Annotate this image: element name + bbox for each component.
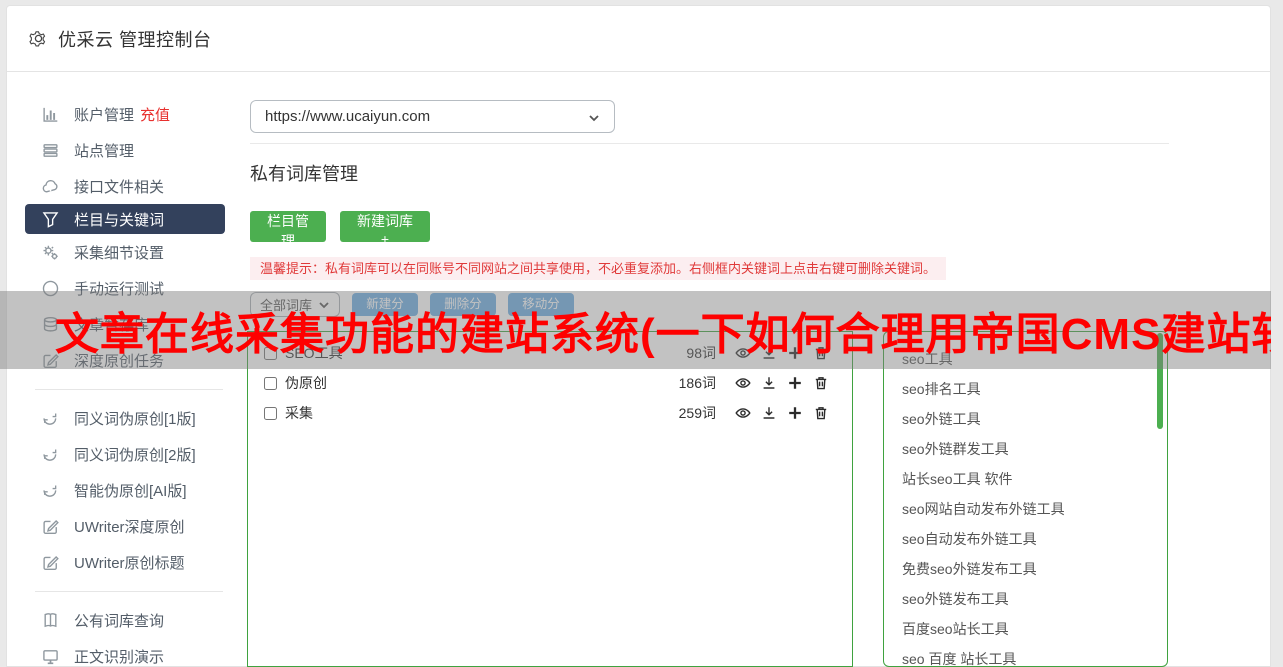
plus-icon[interactable] <box>786 374 804 392</box>
sidebar-item-label: 站点管理 <box>74 142 135 160</box>
app-title: 优采云 管理控制台 <box>58 29 212 50</box>
page-gutter <box>1271 0 1283 667</box>
keyword-item[interactable]: seo外链发布工具 <box>902 584 1167 614</box>
keyword-item[interactable]: 站长seo工具 软件 <box>902 464 1167 494</box>
word-count: 259词 <box>678 405 716 421</box>
plus-icon[interactable] <box>786 404 804 422</box>
keyword-item[interactable]: seo自动发布外链工具 <box>902 524 1167 554</box>
sidebar-item-public-thesaurus[interactable]: 公有词库查询 <box>7 602 245 638</box>
edit-icon <box>41 517 59 535</box>
keyword-list: seo工具 seo排名工具 seo外链工具 seo外链群发工具 站长seo工具 软件 se… <box>884 332 1167 666</box>
row-checkbox[interactable] <box>264 376 277 390</box>
sidebar-item-label: UWriter原创标题 <box>74 554 185 572</box>
sidebar-item-sites[interactable]: 站点管理 <box>7 132 245 168</box>
download-icon[interactable] <box>760 404 778 422</box>
bar-chart-icon <box>41 105 59 123</box>
row-checkbox[interactable] <box>264 406 277 420</box>
sidebar-item-label: 接口文件相关 <box>74 178 165 196</box>
keyword-item[interactable]: 百度seo站长工具 <box>902 614 1167 644</box>
new-thesaurus-button[interactable]: 新建词库 + <box>340 211 430 247</box>
sidebar-item-body-recognition[interactable]: 正文识别演示 <box>7 638 245 667</box>
thesaurus-list-panel: SEO工具 98词 伪原创 186词 采集 259词 <box>247 331 853 667</box>
watermark-text: 文章在线采集功能的建站系统(一下如何合理用帝国CMS建站软 <box>55 310 1271 359</box>
sidebar-item-synonym-v1[interactable]: 同义词伪原创[1版] <box>7 400 245 436</box>
book-icon <box>41 611 59 629</box>
edit-icon <box>41 553 59 571</box>
sidebar-item-synonym-v2[interactable]: 同义词伪原创[2版] <box>7 436 245 472</box>
chevron-down-icon <box>588 111 600 123</box>
sidebar-item-label: 栏目与关键词 <box>74 211 165 229</box>
keyword-item[interactable]: 免费seo外链发布工具 <box>902 554 1167 584</box>
monitor-icon <box>41 647 59 665</box>
trash-icon[interactable] <box>812 374 830 392</box>
gears-icon <box>41 243 59 261</box>
refresh-icon <box>41 481 59 499</box>
filter-icon <box>41 210 59 228</box>
cloud-upload-icon <box>41 177 59 195</box>
recharge-badge[interactable]: 充值 <box>140 104 170 125</box>
page-title: 私有词库管理 <box>250 164 358 184</box>
site-select[interactable]: https://www.ucaiyun.com <box>250 100 615 133</box>
download-icon[interactable] <box>760 374 778 392</box>
sidebar-item-ai-pseudo[interactable]: 智能伪原创[AI版] <box>7 472 245 508</box>
keyword-item[interactable]: seo外链工具 <box>902 404 1167 434</box>
thesaurus-name: 采集 <box>285 405 313 421</box>
page: 优采云 管理控制台 账户管理 充值 站点管理 接口文件相关 栏目与关键词 采集细… <box>0 0 1283 667</box>
trash-icon[interactable] <box>812 404 830 422</box>
keyword-item[interactable]: seo外链群发工具 <box>902 434 1167 464</box>
sidebar-divider <box>35 591 223 592</box>
column-manage-button[interactable]: 栏目管理 <box>250 211 326 249</box>
eye-icon[interactable] <box>734 374 752 392</box>
sidebar-item-collect-settings[interactable]: 采集细节设置 <box>7 234 245 270</box>
keyword-item[interactable]: seo排名工具 <box>902 374 1167 404</box>
keyword-item[interactable]: seo网站自动发布外链工具 <box>902 494 1167 524</box>
sidebar-item-label: UWriter深度原创 <box>74 518 185 536</box>
divider <box>250 143 1169 144</box>
sidebar: 账户管理 充值 站点管理 接口文件相关 栏目与关键词 采集细节设置 手动运行测试… <box>7 96 245 667</box>
sidebar-item-label: 同义词伪原创[1版] <box>74 410 196 428</box>
sidebar-item-interface-files[interactable]: 接口文件相关 <box>7 168 245 204</box>
sidebar-item-label: 公有词库查询 <box>74 612 165 630</box>
eye-icon[interactable] <box>734 404 752 422</box>
sidebar-item-label: 智能伪原创[AI版] <box>74 482 187 500</box>
refresh-icon <box>41 445 59 463</box>
sidebar-item-label: 账户管理 <box>74 106 135 124</box>
gear-icon <box>29 31 46 47</box>
tip-banner: 温馨提示：私有词库可以在同账号不同网站之间共享使用，不必重复添加。右侧框内关键词… <box>250 257 947 280</box>
keyword-panel: seo工具 seo排名工具 seo外链工具 seo外链群发工具 站长seo工具 软件 se… <box>883 331 1168 667</box>
app-header: 优采云 管理控制台 <box>7 6 1270 72</box>
sidebar-item-uwriter-title[interactable]: UWriter原创标题 <box>7 544 245 580</box>
keyword-item[interactable]: seo 百度 站长工具 <box>902 644 1167 666</box>
sidebar-item-label: 正文识别演示 <box>74 648 165 666</box>
sidebar-item-label: 采集细节设置 <box>74 244 165 262</box>
thesaurus-row: 采集 259词 <box>248 398 852 428</box>
refresh-icon <box>41 409 59 427</box>
thesaurus-row: 伪原创 186词 <box>248 368 852 398</box>
sidebar-item-uwriter-deep[interactable]: UWriter深度原创 <box>7 508 245 544</box>
sidebar-item-label: 同义词伪原创[2版] <box>74 446 196 464</box>
sidebar-item-columns-keywords[interactable]: 栏目与关键词 <box>25 204 225 234</box>
list-icon <box>41 141 59 159</box>
thesaurus-name: 伪原创 <box>285 375 327 391</box>
sidebar-divider <box>35 389 223 390</box>
word-count: 186词 <box>678 375 716 391</box>
sidebar-item-account[interactable]: 账户管理 充值 <box>7 96 245 132</box>
watermark-banner: 文章在线采集功能的建站系统(一下如何合理用帝国CMS建站软 <box>0 291 1271 369</box>
site-select-value: https://www.ucaiyun.com <box>265 108 431 125</box>
